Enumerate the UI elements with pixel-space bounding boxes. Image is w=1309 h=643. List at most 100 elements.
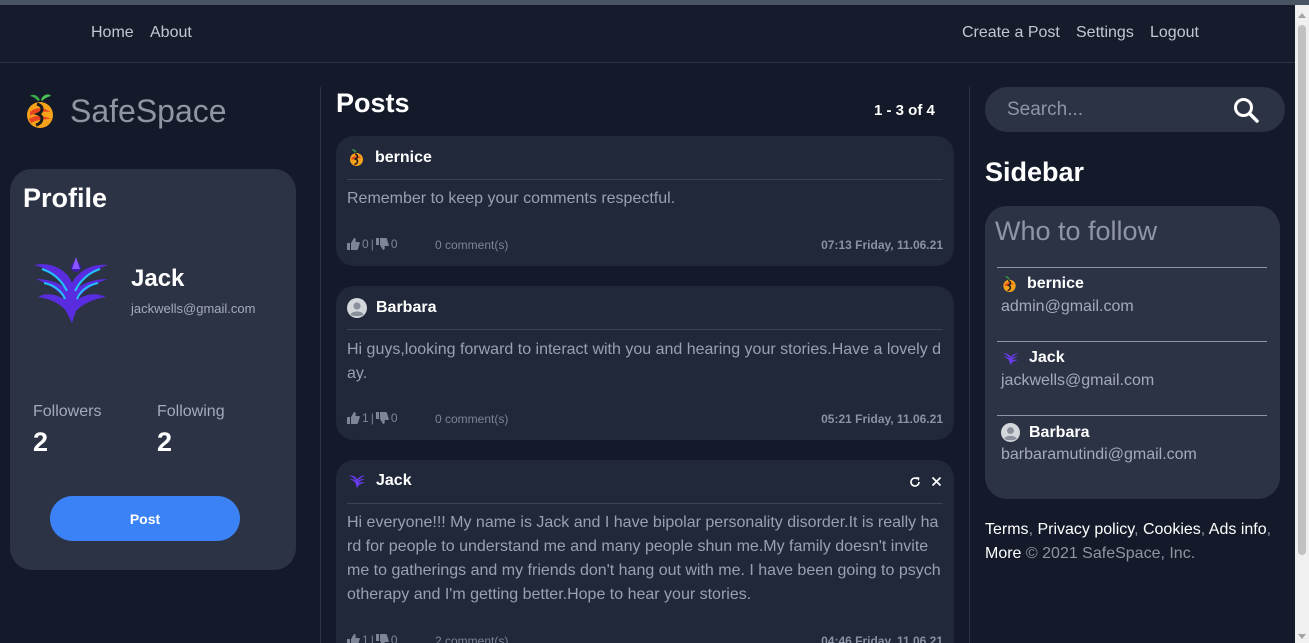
post-footer: 1 | 0 0 comment(s) 05:21 Friday, 11.06.2… [347,411,943,427]
follow-name: Jack [1029,349,1065,366]
following-count: 2 [157,427,173,457]
reaction-separator: | [370,633,374,643]
nav-settings-link[interactable]: Settings [1076,24,1134,42]
post-author[interactable]: bernice [375,149,432,167]
top-navbar: Home About Create a Post Settings Logout [0,5,1295,63]
refresh-icon[interactable] [909,476,921,488]
post-body: Hi everyone!!! My name is Jack and I hav… [347,514,941,603]
profile-title: Profile [23,183,108,213]
post-header: bernice [347,148,432,167]
comments-link[interactable]: 0 comment(s) [435,238,508,252]
who-to-follow-card: Who to follow bernice admin@gmail.com Ja… [985,206,1280,499]
left-divider [320,87,321,643]
ads-info-link[interactable]: Ads info [1209,521,1267,538]
dislike-count: 0 [390,237,398,251]
followers-count: 2 [33,427,49,457]
nav-create-post-link[interactable]: Create a Post [962,24,1060,42]
post-card: bernice Remember to keep your comments r… [336,136,954,266]
post-reactions: 1 | 0 [347,633,398,643]
fruit-logo-icon [350,149,363,166]
nav-about-link[interactable]: About [150,24,192,42]
followers-label: Followers [33,403,102,420]
thumbs-up-icon[interactable] [347,412,360,424]
search-input[interactable] [1007,98,1222,121]
blue-bird-icon [1002,352,1019,366]
privacy-policy-link[interactable]: Privacy policy [1037,521,1134,538]
scroll-up-arrow-icon[interactable] [1298,13,1306,18]
post-reactions: 0 | 0 [347,237,398,251]
blue-bird-icon [348,475,366,489]
post-timestamp: 05:21 Friday, 11.06.21 [821,412,943,426]
scroll-down-arrow-icon[interactable] [1298,634,1306,639]
post-header: Barbara [347,298,436,318]
follow-item[interactable]: bernice admin@gmail.com [997,267,1267,327]
post-divider [347,503,943,504]
posts-title: Posts [336,88,410,118]
scrollbar-thumb[interactable] [1298,25,1306,555]
post-footer: 0 | 0 0 comment(s) 07:13 Friday, 11.06.2… [347,237,943,253]
thumbs-up-icon[interactable] [347,634,360,643]
footer-links: Terms, Privacy policy, Cookies, Ads info… [985,521,1272,562]
post-body: Remember to keep your comments respectfu… [347,190,676,207]
page-scrollbar[interactable] [1295,5,1309,643]
comments-link[interactable]: 0 comment(s) [435,412,508,426]
sidebar-title: Sidebar [985,157,1085,187]
nav-home-link[interactable]: Home [91,24,134,42]
post-author[interactable]: Jack [376,472,412,490]
post-timestamp: 07:13 Friday, 11.06.21 [821,238,943,252]
thumbs-down-icon[interactable] [375,412,389,424]
like-count: 1 [362,633,369,643]
post-card: Barbara Hi guys,looking forward to inter… [336,286,954,440]
follow-item[interactable]: Barbara barbaramutindi@gmail.com [997,415,1267,475]
post-button[interactable]: Post [50,496,240,541]
follow-email: barbaramutindi@gmail.com [1001,446,1197,463]
blue-bird-icon [34,257,108,323]
thumbs-down-icon[interactable] [375,238,389,250]
dislike-count: 0 [390,633,398,643]
copyright-text: © 2021 SafeSpace, Inc. [1025,545,1196,562]
like-count: 1 [362,411,369,425]
profile-username: Jack [131,265,185,292]
follow-email: jackwells@gmail.com [1001,372,1155,389]
reaction-separator: | [370,237,374,251]
who-to-follow-title: Who to follow [995,216,1158,246]
post-body: Hi guys,looking forward to interact with… [347,341,942,382]
follow-name: Barbara [1029,423,1090,441]
brand[interactable]: SafeSpace [24,92,227,130]
dislike-count: 0 [390,411,398,425]
post-timestamp: 04:46 Friday, 11.06.21 [821,634,943,643]
following-stat[interactable]: Following 2 [157,403,225,458]
more-link[interactable]: More [985,545,1021,562]
post-author[interactable]: Barbara [376,299,436,317]
fruit-logo-icon [1003,276,1016,293]
follow-item[interactable]: Jack jackwells@gmail.com [997,341,1267,401]
followers-stat[interactable]: Followers 2 [33,403,101,458]
post-actions [909,476,942,488]
pagination-info: 1 - 3 of 4 [874,102,935,119]
terms-link[interactable]: Terms [985,521,1029,538]
profile-email: jackwells@gmail.com [131,301,256,316]
post-divider [347,329,943,330]
right-divider [969,87,970,643]
comments-link[interactable]: 2 comment(s) [435,634,508,643]
search-icon[interactable] [1233,97,1259,123]
like-count: 0 [362,237,369,251]
reaction-separator: | [370,411,374,425]
follow-name: bernice [1027,275,1084,292]
close-icon[interactable] [931,476,942,487]
post-card: Jack Hi everyone!!! My name is Jack and … [336,460,954,643]
post-header: Jack [347,472,412,490]
thumbs-down-icon[interactable] [375,634,389,643]
default-user-icon [347,298,367,318]
brand-title: SafeSpace [70,92,227,129]
fruit-logo-icon [27,94,53,128]
post-divider [347,179,943,180]
post-footer: 1 | 0 2 comment(s) 04:46 Friday, 11.06.2… [347,633,943,643]
cookies-link[interactable]: Cookies [1143,521,1201,538]
following-label: Following [157,403,225,420]
profile-card: Profile Jack jackwells@gmail.com Followe… [10,169,296,570]
thumbs-up-icon[interactable] [347,238,360,250]
nav-logout-link[interactable]: Logout [1150,24,1199,42]
search-box [985,87,1285,132]
post-reactions: 1 | 0 [347,411,398,425]
